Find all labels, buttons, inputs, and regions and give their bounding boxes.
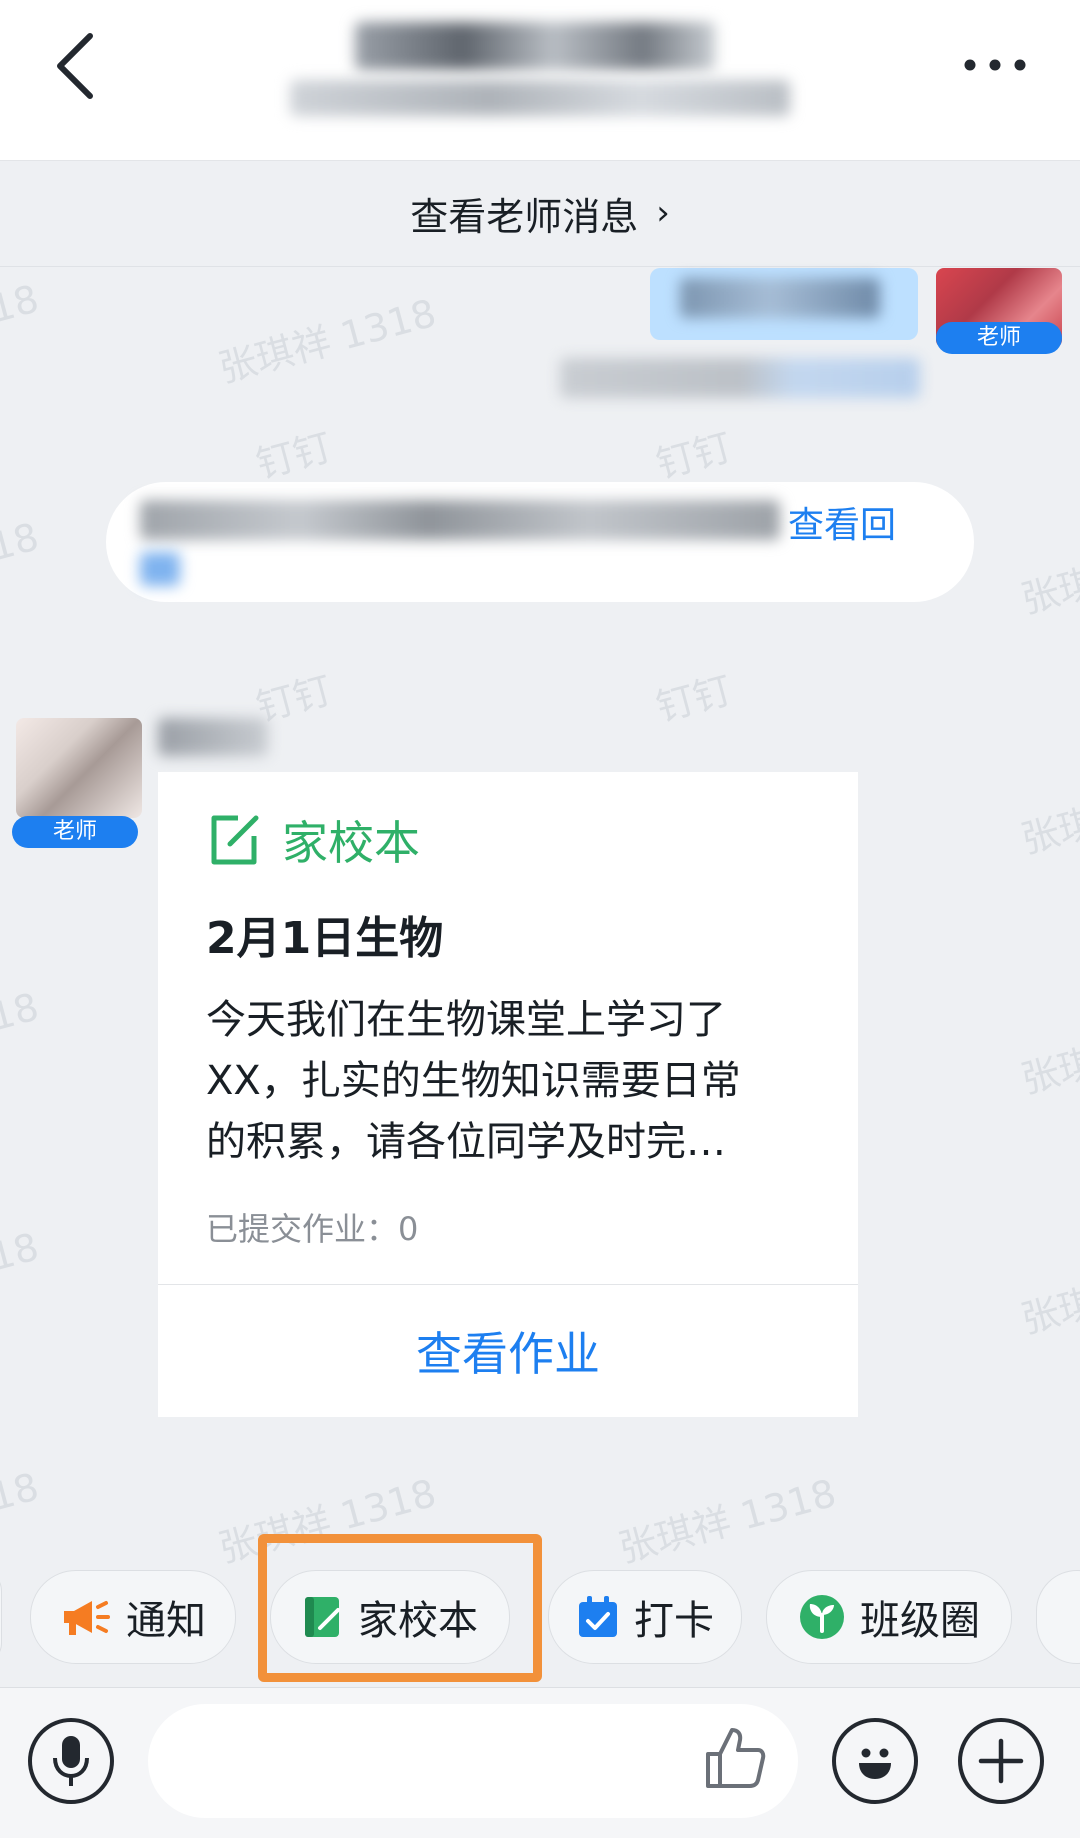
chevron-left-icon bbox=[57, 33, 93, 99]
homework-card[interactable]: 家校本 2月1日生物 今天我们在生物课堂上学习了 XX，扎实的生物知识需要日常 … bbox=[158, 772, 858, 1417]
thumbs-up-icon bbox=[706, 1728, 766, 1788]
quick-chip-partial[interactable] bbox=[1036, 1570, 1080, 1664]
emoji-button[interactable] bbox=[832, 1718, 918, 1804]
system-message-text-blurred bbox=[140, 500, 780, 540]
watermark: 18 bbox=[0, 1464, 44, 1520]
watermark: 18 bbox=[0, 984, 44, 1040]
watermark: 张琪祥 1318 bbox=[214, 290, 441, 391]
avatar[interactable] bbox=[16, 718, 142, 818]
quick-chip-notice[interactable]: 通知 bbox=[30, 1570, 236, 1664]
quick-chip-partial[interactable] bbox=[0, 1570, 2, 1664]
microphone-icon bbox=[53, 1736, 89, 1786]
more-dots-icon bbox=[964, 59, 1026, 71]
emoji-icon bbox=[859, 1748, 891, 1779]
card-body-line: 今天我们在生物课堂上学习了 bbox=[206, 997, 726, 1043]
quick-chip-label: 打卡 bbox=[634, 1598, 714, 1644]
chevron-right-icon: › bbox=[656, 193, 670, 233]
submitted-count: 已提交作业：0 bbox=[206, 1210, 419, 1248]
back-button[interactable] bbox=[48, 28, 108, 104]
quick-chip-class-circle[interactable]: 班级圈 bbox=[766, 1570, 1012, 1664]
card-body-line: 的积累，请各位同学及时完… bbox=[206, 1119, 726, 1165]
system-message-link-blurred bbox=[140, 552, 180, 586]
chat-header bbox=[0, 0, 1080, 161]
view-homework-button[interactable]: 查看作业 bbox=[158, 1285, 858, 1417]
watermark: 张琪 bbox=[1016, 559, 1080, 622]
watermark: 张琪 bbox=[1016, 1039, 1080, 1102]
card-type-label: 家校本 bbox=[282, 816, 420, 870]
watermark: 18 bbox=[0, 514, 44, 570]
watermark: 18 bbox=[0, 1224, 44, 1280]
card-header: 家校本 bbox=[208, 807, 420, 873]
chat-title bbox=[355, 22, 715, 70]
quick-chip-label: 通知 bbox=[126, 1598, 206, 1644]
view-teacher-messages-link[interactable]: 查看老师消息 › bbox=[0, 160, 1080, 267]
card-body: 今天我们在生物课堂上学习了 XX，扎实的生物知识需要日常 的积累，请各位同学及时… bbox=[206, 990, 816, 1173]
quick-chip-checkin[interactable]: 打卡 bbox=[548, 1570, 742, 1664]
view-homework-label: 查看作业 bbox=[416, 1327, 600, 1381]
sender-name-blurred bbox=[158, 718, 268, 756]
calendar-check-icon bbox=[579, 1596, 617, 1637]
watermark: 18 bbox=[0, 276, 44, 332]
teacher-tag: 老师 bbox=[12, 816, 138, 848]
teacher-tag: 老师 bbox=[936, 322, 1062, 354]
message-text-blurred bbox=[680, 278, 880, 318]
voice-button[interactable] bbox=[28, 1718, 114, 1804]
more-button[interactable] bbox=[960, 40, 1030, 90]
like-button[interactable] bbox=[700, 1722, 770, 1792]
watermark: 钉钉 bbox=[251, 424, 337, 487]
view-teacher-messages-label: 查看老师消息 bbox=[410, 194, 639, 239]
megaphone-icon bbox=[64, 1601, 110, 1635]
watermark: 张琪 bbox=[1016, 1279, 1080, 1342]
highlight-box bbox=[258, 1534, 542, 1682]
quick-chip-label: 班级圈 bbox=[860, 1598, 980, 1644]
message-meta-blurred bbox=[560, 358, 920, 398]
notebook-edit-icon bbox=[211, 815, 259, 865]
sprout-icon bbox=[800, 1595, 844, 1639]
card-body-line: XX，扎实的生物知识需要日常 bbox=[206, 1058, 741, 1104]
card-title: 2月1日生物 bbox=[206, 913, 444, 964]
watermark: 钉钉 bbox=[651, 424, 737, 487]
plus-icon bbox=[978, 1738, 1024, 1784]
watermark: 张琪祥 1318 bbox=[614, 1470, 841, 1571]
watermark: 张琪 bbox=[1016, 799, 1080, 862]
add-button[interactable] bbox=[958, 1718, 1044, 1804]
chat-subtitle bbox=[290, 80, 790, 116]
view-reply-link[interactable]: 查看回 bbox=[788, 496, 896, 548]
watermark: 钉钉 bbox=[651, 667, 737, 730]
